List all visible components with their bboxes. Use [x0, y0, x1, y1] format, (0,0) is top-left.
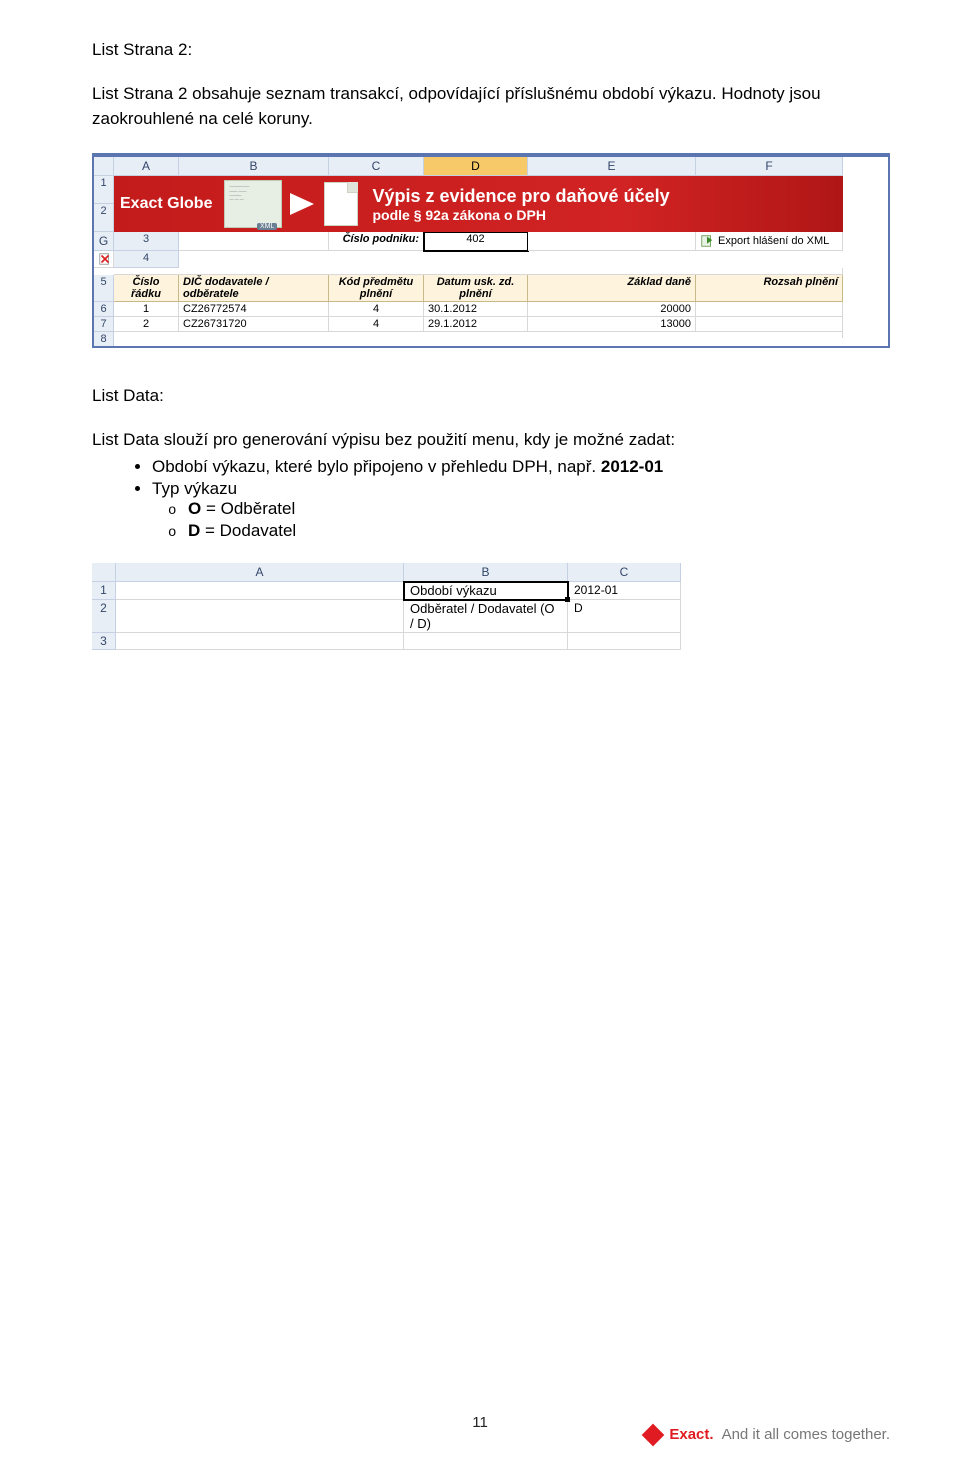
table-cell: 4: [329, 302, 424, 317]
ss2-row-1: 1: [92, 582, 116, 600]
ss1-row-1: 1: [94, 176, 114, 204]
hdr-rozsah: Rozsah plnění: [696, 275, 843, 302]
ss1-r3-b: [179, 232, 329, 251]
vymaz-button[interactable]: Výmaz v0.61: [94, 251, 114, 268]
cell-text: Období výkazu: [410, 583, 497, 598]
ss2-a3: [116, 633, 404, 650]
table-cell: 1: [114, 302, 179, 317]
excel-screenshot-data: A B C 1 Období výkazu 2012-01 2 Odběrate…: [92, 563, 681, 650]
ss1-r8: [114, 332, 843, 338]
obdobi-vykazu-value[interactable]: 2012-01: [568, 582, 681, 600]
table-cell: 4: [329, 317, 424, 332]
ss2-row-2: 2: [92, 600, 116, 633]
exact-logo-icon: [642, 1423, 665, 1446]
bullet-list: Období výkazu, které bylo připojeno v př…: [92, 457, 890, 541]
ss1-row-2: 2: [94, 204, 114, 232]
ss1-row-7: 7: [94, 317, 114, 332]
hdr-dic: DIČ dodavatele / odběratele: [179, 275, 329, 302]
hdr-kod: Kód předmětu plnění: [329, 275, 424, 302]
heading-list-data: List Data:: [92, 386, 890, 406]
ss1-r4: [114, 268, 843, 275]
ss1-r3-e: [528, 232, 696, 251]
ss1-col-F: F: [696, 157, 843, 176]
ss1-row-8: 8: [94, 332, 114, 346]
xml-badge: XML: [257, 223, 277, 230]
table-cell: 2: [114, 317, 179, 332]
ss1-col-A: A: [114, 157, 179, 176]
arrow-right-icon: [290, 193, 314, 215]
ss1-col-B: B: [179, 157, 329, 176]
bullet-text: = Odběratel: [201, 499, 295, 518]
ss1-row-3: 3: [114, 232, 179, 251]
table-cell: [696, 302, 843, 317]
table-cell: CZ26731720: [179, 317, 329, 332]
table-cell: CZ26772574: [179, 302, 329, 317]
odberatel-dodavatel-label[interactable]: Odběratel / Dodavatel (O / D): [404, 600, 568, 633]
paragraph-strana-2: List Strana 2 obsahuje seznam transakcí,…: [92, 82, 890, 131]
ss2-c3: [568, 633, 681, 650]
hdr-zaklad: Základ daně: [528, 275, 696, 302]
ss2-a1: [116, 582, 404, 600]
ss2-b3: [404, 633, 568, 650]
document-icon: [324, 182, 358, 226]
bullet-typ: Typ výkazu O = Odběratel D = Dodavatel: [152, 479, 890, 541]
bullet-obdobi: Období výkazu, které bylo připojeno v př…: [152, 457, 890, 477]
ss2-col-A: A: [116, 563, 404, 582]
ss1-row-5: 5: [94, 275, 114, 302]
table-cell: 30.1.2012: [424, 302, 528, 317]
odberatel-dodavatel-value[interactable]: D: [568, 600, 681, 633]
heading-list-strana-2: List Strana 2:: [92, 40, 890, 60]
ss1-col-E: E: [528, 157, 696, 176]
ss1-col-D: D: [424, 157, 528, 176]
sub-bullet-list: O = Odběratel D = Dodavatel: [152, 499, 890, 541]
table-cell: [696, 317, 843, 332]
ss2-col-C: C: [568, 563, 681, 582]
hdr-cislo-radku: Číslo řádku: [114, 275, 179, 302]
hdr-datum: Datum usk. zd. plnění: [424, 275, 528, 302]
ss1-row-4: 4: [114, 251, 179, 268]
report-banner: Exact Globe ——————— —————— — — XML Výpis…: [114, 176, 843, 232]
cislo-podniku-value[interactable]: 402: [424, 232, 528, 251]
sub-bullet-o: O = Odběratel: [188, 499, 890, 519]
footer-tagline: And it all comes together.: [722, 1426, 890, 1443]
form-thumbnail-icon: ——————— —————— — —: [224, 180, 282, 228]
bullet-strong: 2012-01: [601, 457, 663, 476]
export-xml-button[interactable]: Export hlášení do XML: [696, 232, 843, 251]
bullet-text: = Dodavatel: [200, 521, 296, 540]
ss1-corner: [94, 157, 114, 176]
bullet-text: Typ výkazu: [152, 479, 237, 498]
ss1-row-6: 6: [94, 302, 114, 317]
ss2-a2: [116, 600, 404, 633]
key-letter: O: [188, 499, 201, 518]
sub-bullet-d: D = Dodavatel: [188, 521, 890, 541]
brand-label: Exact Globe: [120, 195, 212, 213]
report-title: Výpis z evidence pro daňové účely: [372, 186, 669, 207]
footer-brand-name: Exact.: [669, 1426, 713, 1443]
key-letter: D: [188, 521, 200, 540]
export-xml-label: Export hlášení do XML: [718, 235, 829, 247]
excel-screenshot-strana-2: A B C D E F G 1 2 Exact Globe ——————— ——…: [92, 153, 890, 348]
ss2-corner: [92, 563, 116, 582]
export-icon: [700, 234, 714, 248]
footer-brand: Exact. And it all comes together.: [645, 1426, 890, 1443]
ss2-col-B: B: [404, 563, 568, 582]
fill-handle[interactable]: [565, 597, 570, 602]
bullet-text: Období výkazu, které bylo připojeno v př…: [152, 457, 601, 476]
ss1-col-G: G: [94, 232, 114, 251]
obdobi-vykazu-label[interactable]: Období výkazu: [404, 582, 568, 600]
table-cell: 20000: [528, 302, 696, 317]
paragraph-data: List Data slouží pro generování výpisu b…: [92, 428, 890, 453]
report-subtitle: podle § 92a zákona o DPH: [372, 207, 669, 223]
cislo-podniku-label: Číslo podniku:: [329, 232, 424, 251]
table-cell: 13000: [528, 317, 696, 332]
table-cell: 29.1.2012: [424, 317, 528, 332]
ss2-row-3: 3: [92, 633, 116, 650]
delete-icon: [98, 252, 112, 266]
ss1-col-C: C: [329, 157, 424, 176]
page-number: 11: [472, 1414, 488, 1431]
